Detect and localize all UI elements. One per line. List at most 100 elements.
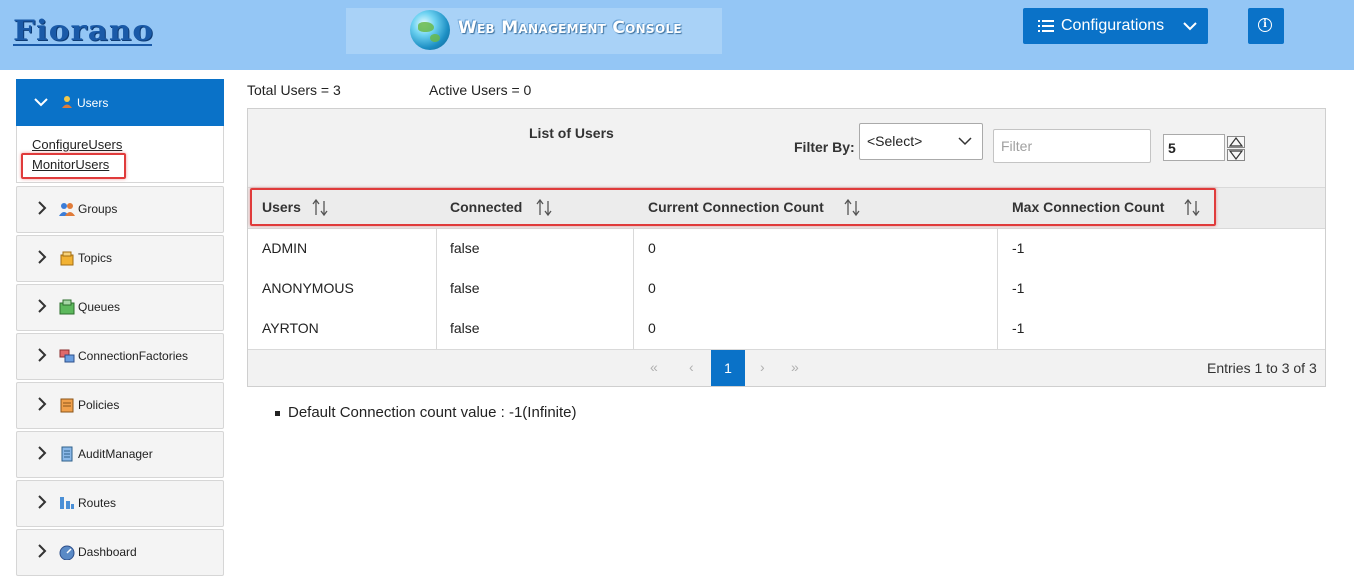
page-size-input[interactable]: 5 [1163,134,1225,161]
triangle-down-icon [1228,150,1244,160]
users-table-panel: List of Users Filter By: <Select> 5 User… [247,108,1326,387]
user-icon [62,96,72,108]
chevron-down-icon [958,137,972,146]
filter-by-label: Filter By: [794,139,855,155]
chevron-right-icon [38,446,47,460]
cell-user: ADMIN [262,240,308,256]
chevron-right-icon [38,544,47,558]
table-header-highlight [250,188,1216,226]
sidebar-item-users[interactable]: Users [16,79,224,126]
connection-factories-icon [59,349,75,363]
chevron-right-icon [38,250,47,264]
total-users-stat: Total Users = 3 [247,82,341,98]
next-page-button[interactable]: › [760,359,765,375]
chevron-down-icon [34,98,48,107]
prev-page-button[interactable]: ‹ [689,359,694,375]
entries-summary: Entries 1 to 3 of 3 [1207,360,1317,376]
console-title: Web Management Console [458,18,682,38]
column-divider [997,229,998,269]
column-divider [633,309,634,349]
column-divider [436,309,437,349]
column-divider [997,309,998,349]
fiorano-logo: Fiorano [13,14,155,48]
column-divider [436,229,437,269]
cell-max-count: -1 [1012,320,1025,336]
pagination: « ‹ 1 › » Entries 1 to 3 of 3 [248,350,1325,386]
sidebar-item-audit-manager[interactable]: AuditManager [16,431,224,478]
cell-max-count: -1 [1012,280,1025,296]
info-icon: i [1258,18,1272,32]
column-divider [633,269,634,309]
table-row[interactable]: ADMIN false 0 -1 [248,229,1325,270]
cell-current-count: 0 [648,320,656,336]
cell-max-count: -1 [1012,240,1025,256]
page-button-current[interactable]: 1 [711,350,745,386]
groups-icon [59,203,75,216]
cell-user: ANONYMOUS [262,280,354,296]
list-menu-icon [1038,20,1054,32]
active-users-stat: Active Users = 0 [429,82,532,98]
filter-input[interactable] [993,129,1151,163]
filter-select[interactable]: <Select> [859,123,983,160]
dashboard-icon [59,545,75,560]
sidebar-item-label: Routes [78,496,117,510]
list-title: List of Users [529,125,614,141]
sidebar-item-queues[interactable]: Queues [16,284,224,331]
sidebar-item-policies[interactable]: Policies [16,382,224,429]
sidebar-item-groups[interactable]: Groups [16,186,224,233]
column-divider [633,229,634,269]
chevron-right-icon [38,201,47,215]
configurations-label: Configurations [1061,17,1165,34]
column-divider [997,269,998,309]
chevron-right-icon [38,299,47,313]
audit-manager-icon [61,446,73,462]
configure-users-link[interactable]: ConfigureUsers [32,137,122,152]
sidebar-item-label: ConnectionFactories [78,349,189,363]
globe-icon [410,10,450,50]
note-text: Default Connection count value : -1(Infi… [288,404,577,421]
info-button[interactable]: i [1248,8,1284,44]
table-row[interactable]: AYRTON false 0 -1 [248,309,1325,350]
sidebar-item-label: AuditManager [78,447,153,461]
bullet-icon [275,410,280,416]
sidebar-item-label: Topics [78,251,113,265]
sidebar-item-label: Policies [78,398,120,412]
chevron-right-icon [38,348,47,362]
sidebar-item-routes[interactable]: Routes [16,480,224,527]
chevron-down-icon [1183,22,1197,31]
page-size-increment-button[interactable] [1227,136,1245,148]
last-page-button[interactable]: » [791,359,799,375]
default-count-note: Default Connection count value : -1(Infi… [275,404,577,421]
table-row[interactable]: ANONYMOUS false 0 -1 [248,269,1325,310]
cell-connected: false [450,320,480,336]
logo-underline [13,44,152,46]
page-size-decrement-button[interactable] [1227,149,1245,161]
routes-icon [60,497,74,509]
chevron-right-icon [38,397,47,411]
page-size-value: 5 [1168,140,1176,156]
queues-icon [59,299,75,315]
column-divider [436,269,437,309]
app-header: Fiorano Web Management Console Configura… [0,0,1354,70]
configurations-button[interactable]: Configurations [1023,8,1208,44]
cell-user: AYRTON [262,320,319,336]
sidebar-item-label: Users [77,96,109,110]
cell-connected: false [450,280,480,296]
sidebar-item-label: Dashboard [78,545,137,559]
triangle-up-icon [1228,137,1244,147]
sidebar-item-topics[interactable]: Topics [16,235,224,282]
sidebar-item-dashboard[interactable]: Dashboard [16,529,224,576]
policies-icon [60,398,74,413]
sidebar-item-label: Queues [78,300,121,314]
cell-current-count: 0 [648,240,656,256]
chevron-right-icon [38,495,47,509]
cell-connected: false [450,240,480,256]
sidebar-item-label: Groups [78,202,118,216]
cell-current-count: 0 [648,280,656,296]
topics-icon [60,251,74,266]
table-toolbar: List of Users Filter By: <Select> 5 [248,109,1325,188]
first-page-button[interactable]: « [650,359,658,375]
monitor-users-highlight [21,153,126,179]
sidebar-item-connection-factories[interactable]: ConnectionFactories [16,333,224,380]
filter-select-value: <Select> [867,133,923,149]
